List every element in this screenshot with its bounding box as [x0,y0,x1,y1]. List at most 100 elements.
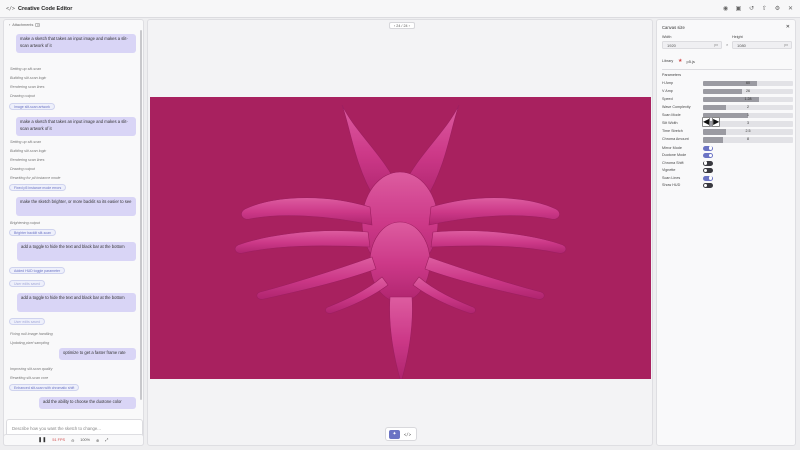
dimension-separator: × [726,42,729,47]
toggle-row: Scan Lines [662,175,794,182]
slider-track[interactable]: 1.28 [703,96,793,103]
status-line: Drawing output [10,94,35,98]
fps-readout: 51 FPS [52,438,66,442]
history-icon[interactable]: ↺ [748,5,755,12]
playback-bar: ❚❚ 51 FPS ⊖ 100% ⊕ ⤢ [3,434,144,446]
status-line: Building slit-scan logic [10,76,47,80]
slider-track[interactable]: 2.5 [703,129,793,135]
result-badge[interactable]: Brighter backlit slit-scan [9,229,56,236]
settings-gear-icon[interactable]: ⚙ [774,5,781,12]
slider-value: 2.5 [745,129,751,134]
slider-label: Speed [662,96,673,101]
height-label: Height [732,35,743,39]
pause-icon[interactable]: ❚❚ [38,437,46,443]
width-label: Width [662,35,672,39]
toggle-row: Vignette [662,168,794,175]
user-message: make a sketch that takes an input image … [16,34,136,53]
slit-scan-artwork [234,104,567,379]
toggle-label: Duotone Mode [662,153,687,157]
status-line: Rewriting slit-scan core [10,376,49,380]
status-line: Drawing output [10,167,35,171]
slider-value: 8 [747,137,749,142]
toggle-label: Chroma Shift [662,160,684,165]
slider-track[interactable]: 26 [703,88,793,95]
slider-track[interactable]: 8 [703,137,793,143]
slider-value: 26 [746,88,750,93]
slider-value: 1.28 [744,96,752,101]
user-message: add a toggle to hide the text and black … [17,242,136,261]
status-line: Building slit-scan logic [10,149,47,153]
code-icon: </> [6,5,16,12]
slider-row: Scan Mode 1 [662,112,794,119]
sketch-canvas[interactable] [150,97,651,379]
result-badge[interactable]: Added HUD toggle parameter [9,267,66,274]
user-message: add the ability to choose the duotone co… [39,397,136,409]
slider-label: Wave Complexity [662,104,691,109]
close-window-icon[interactable]: ✕ [787,5,794,12]
slider-value: 60 [746,80,750,85]
toggle-switch[interactable] [703,145,713,151]
toggle-switch[interactable] [703,175,713,181]
toggle-switch[interactable] [703,183,713,188]
result-badge[interactable]: Enhanced slit-scan with chromatic shift [9,384,80,391]
result-badge[interactable]: User edits saved [9,318,46,325]
sparkle-mode-icon[interactable]: ✦ [389,429,400,439]
attachments-toggle[interactable]: › Attachments 0 [4,20,143,29]
chat-scrollbar[interactable] [140,30,142,400]
zoom-in-icon[interactable]: ⊕ [96,438,99,443]
toggle-row: Mirror Mode [662,145,794,152]
frame-counter[interactable]: ‹ 24 / 24 › [389,22,415,29]
app-title: Creative Code Editor [18,5,73,12]
zoom-out-icon[interactable]: ⊖ [71,438,74,443]
width-field[interactable]: 1920 px [662,41,722,49]
toggle-switch[interactable] [703,168,713,173]
slider-row: Slit Width 3 [662,121,794,128]
attachments-count: 0 [35,22,41,27]
toggle-label: Scan Lines [662,175,681,180]
status-line: Rewriting for pil instance mode [10,176,61,180]
slider-row: V Amp 26 [662,88,794,95]
toggle-switch[interactable] [703,160,713,166]
slider-row: Time Stretch 2.5 [662,129,794,136]
divider [662,69,792,70]
status-line: Rendering scan lines [10,85,45,89]
slider-row: H Amp 60 [662,80,794,87]
toggle-switch[interactable] [703,153,713,158]
user-message: add a toggle to hide the text and black … [17,293,136,312]
slider-track[interactable]: 60 [703,80,793,86]
library-label: Library [662,59,674,63]
camera-icon[interactable]: ◉ [722,5,729,12]
close-icon[interactable]: ✕ [786,24,790,30]
result-badge[interactable]: User edits saved [9,280,46,287]
slider-label: Scan Mode [662,112,681,117]
view-mode-toggle: ✦ </> [385,427,417,441]
slider-label: V Amp [662,88,673,93]
slider-row: Chroma Amount 8 [662,137,794,144]
result-badge[interactable]: Image slit-scan artwork [9,103,55,110]
chat-panel: › Attachments 0 make a sketch that takes… [3,19,144,446]
library-item[interactable]: ★ p5.js [678,58,695,64]
slider-label: Chroma Amount [662,137,689,142]
toggle-row: Duotone Mode [662,153,794,160]
height-field[interactable]: 1080 px [732,41,792,49]
share-icon[interactable]: ⇧ [761,5,768,12]
save-icon[interactable]: ▣ [735,5,742,12]
user-message: optimize to get a faster frame rate [59,348,136,360]
slider-row: Wave Complexity 2 [662,104,794,111]
code-view-icon[interactable]: </> [402,430,413,439]
prompt-input[interactable]: Describe how you want the sketch to chan… [12,426,101,431]
chat-history[interactable]: make a sketch that takes an input image … [4,30,143,419]
status-line: Setting up slit-scan [10,67,42,71]
result-badge[interactable]: Fixed p5 instance mode errors [9,184,67,191]
status-line: Brightening output [10,221,40,225]
status-line: Improving slit-scan quality [10,367,53,371]
status-line: Setting up slit-scan [10,140,42,144]
attachments-label: Attachments [12,22,34,27]
slider-label: H Amp [662,80,674,85]
chevron-right-icon: › [9,22,11,27]
slider-track[interactable]: 2 [703,104,793,111]
fullscreen-icon[interactable]: ⤢ [105,438,108,442]
title-toolbar: ◉ ▣ ↺ ⇧ ⚙ ✕ [722,5,794,12]
status-line: Updating pixel sampling [10,341,50,345]
slider-label: Time Stretch [662,129,683,134]
